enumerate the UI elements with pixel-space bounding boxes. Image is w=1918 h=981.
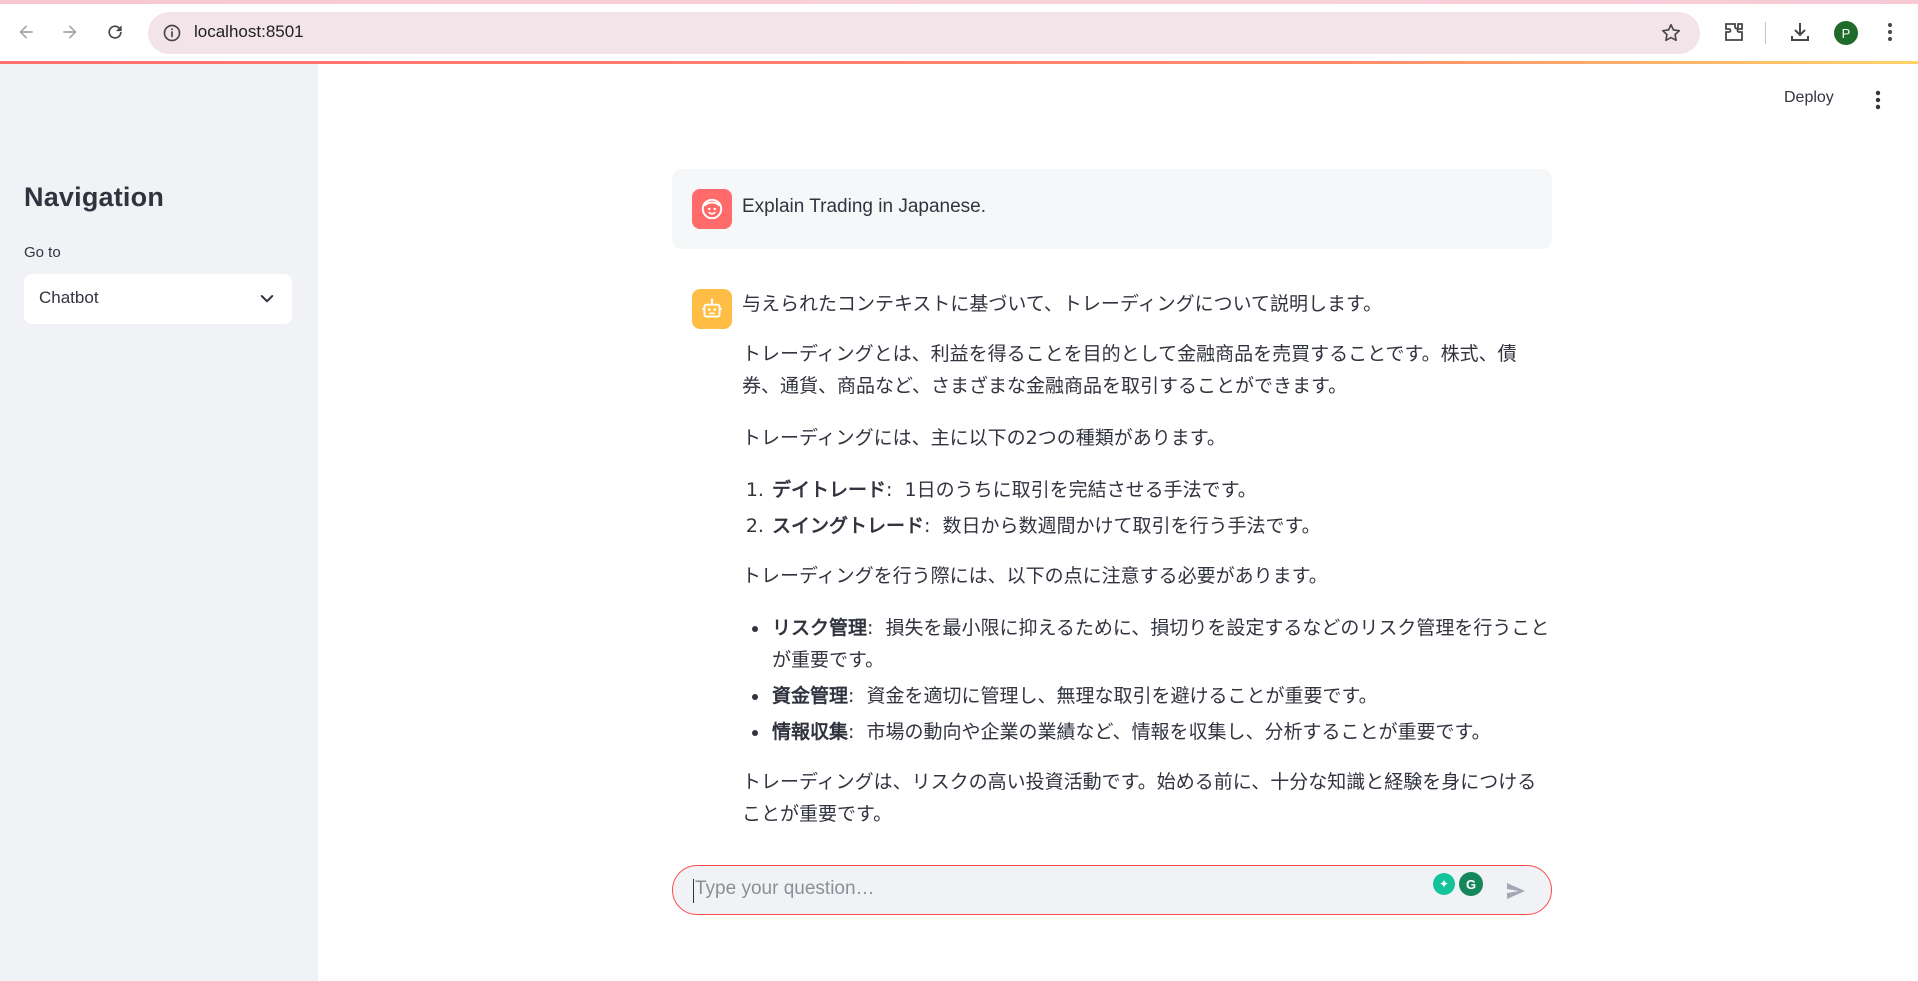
reload-icon <box>108 25 122 39</box>
list-item-desc: 1日のうちに取引を完結させる手法です。 <box>904 479 1257 501</box>
deploy-button[interactable]: Deploy <box>1784 89 1834 107</box>
robot-icon <box>702 298 722 318</box>
sidebar: Navigation Go to Chatbot <box>0 64 318 981</box>
forward-button[interactable] <box>58 20 82 44</box>
user-avatar <box>692 189 732 229</box>
assistant-conclusion: トレーディングは、リスクの高い投資活動です。始める前に、十分な知識と経験を身につ… <box>742 771 1537 825</box>
send-icon[interactable] <box>1503 879 1529 903</box>
browser-toolbar: localhost:8501 P <box>0 0 1918 64</box>
text-cursor <box>693 879 694 903</box>
list-item: 資金管理: 資金を適切に管理し、無理な取引を避けることが重要です。 <box>770 680 1554 712</box>
list-item: デイトレード: 1日のうちに取引を完結させる手法です。 <box>770 474 1554 506</box>
assistant-paragraph: トレーディングを行う際には、以下の点に注意する必要があります。 <box>742 565 1328 587</box>
list-item: リスク管理: 損失を最小限に抑えるために、損切りを設定するなどのリスク管理を行う… <box>770 612 1554 676</box>
list-item-desc: 市場の動向や企業の業績など、情報を収集し、分析することが重要です。 <box>866 721 1491 743</box>
puzzle-icon[interactable] <box>1722 20 1746 44</box>
page-select-value: Chatbot <box>39 288 99 307</box>
toolbar-divider <box>1765 22 1766 44</box>
list-item-desc: 資金を適切に管理し、無理な取引を避けることが重要です。 <box>866 685 1378 707</box>
list-item-desc: 損失を最小限に抑えるために、損切りを設定するなどのリスク管理を行うことが重要です… <box>772 617 1550 671</box>
chat-input-placeholder: Type your question… <box>695 878 875 899</box>
select-label: Go to <box>24 244 61 261</box>
arrow-left-icon <box>19 25 33 39</box>
list-item: スイングトレード: 数日から数週間かけて取引を行う手法です。 <box>770 510 1554 542</box>
list-item-desc: 数日から数週間かけて取引を行う手法です。 <box>942 515 1321 537</box>
list-item-term: 資金管理 <box>772 685 849 707</box>
sidebar-title: Navigation <box>24 182 165 212</box>
back-button[interactable] <box>14 20 38 44</box>
profile-avatar[interactable]: P <box>1834 21 1858 45</box>
user-message-text: Explain Trading in Japanese. <box>742 196 986 217</box>
assistant-chat-message: 与えられたコンテキストに基づいて、トレーディングについて説明します。 トレーディ… <box>742 288 1554 850</box>
page-select[interactable]: Chatbot <box>24 274 292 324</box>
face-icon <box>701 198 723 220</box>
chat-input[interactable]: Type your question… ✦ G <box>672 865 1552 915</box>
user-chat-message: Explain Trading in Japanese. <box>672 169 1552 249</box>
url-text: localhost:8501 <box>194 22 304 41</box>
caution-points-list: リスク管理: 損失を最小限に抑えるために、損切りを設定するなどのリスク管理を行う… <box>770 612 1554 748</box>
tab-strip-edge <box>0 0 1918 4</box>
address-bar[interactable]: localhost:8501 <box>148 12 1700 54</box>
list-item: 情報収集: 市場の動向や企業の業績など、情報を収集し、分析することが重要です。 <box>770 716 1554 748</box>
download-icon[interactable] <box>1788 20 1812 44</box>
trading-types-list: デイトレード: 1日のうちに取引を完結させる手法です。 スイングトレード: 数日… <box>770 474 1554 542</box>
list-item-term: デイトレード <box>772 479 887 501</box>
reload-button[interactable] <box>103 20 127 44</box>
assistant-paragraph: トレーディングには、主に以下の2つの種類があります。 <box>742 427 1226 449</box>
grammarly-icon[interactable]: G <box>1459 872 1483 896</box>
main-menu-icon[interactable] <box>1866 88 1890 112</box>
site-info-icon[interactable] <box>162 23 182 43</box>
assistant-avatar <box>692 289 732 329</box>
list-item-term: リスク管理 <box>772 617 868 639</box>
chevron-down-icon <box>260 295 274 303</box>
arrow-right-icon <box>63 25 77 39</box>
assistant-intro: 与えられたコンテキストに基づいて、トレーディングについて説明します。 <box>742 293 1383 315</box>
star-icon[interactable] <box>1660 22 1682 44</box>
grammarly-suggestion-icon[interactable]: ✦ <box>1433 873 1455 895</box>
assistant-paragraph: トレーディングとは、利益を得ることを目的として金融商品を売買することです。株式、… <box>742 343 1517 397</box>
list-item-term: スイングトレード <box>772 515 925 537</box>
kebab-menu-icon[interactable] <box>1878 20 1902 44</box>
list-item-term: 情報収集 <box>772 721 849 743</box>
